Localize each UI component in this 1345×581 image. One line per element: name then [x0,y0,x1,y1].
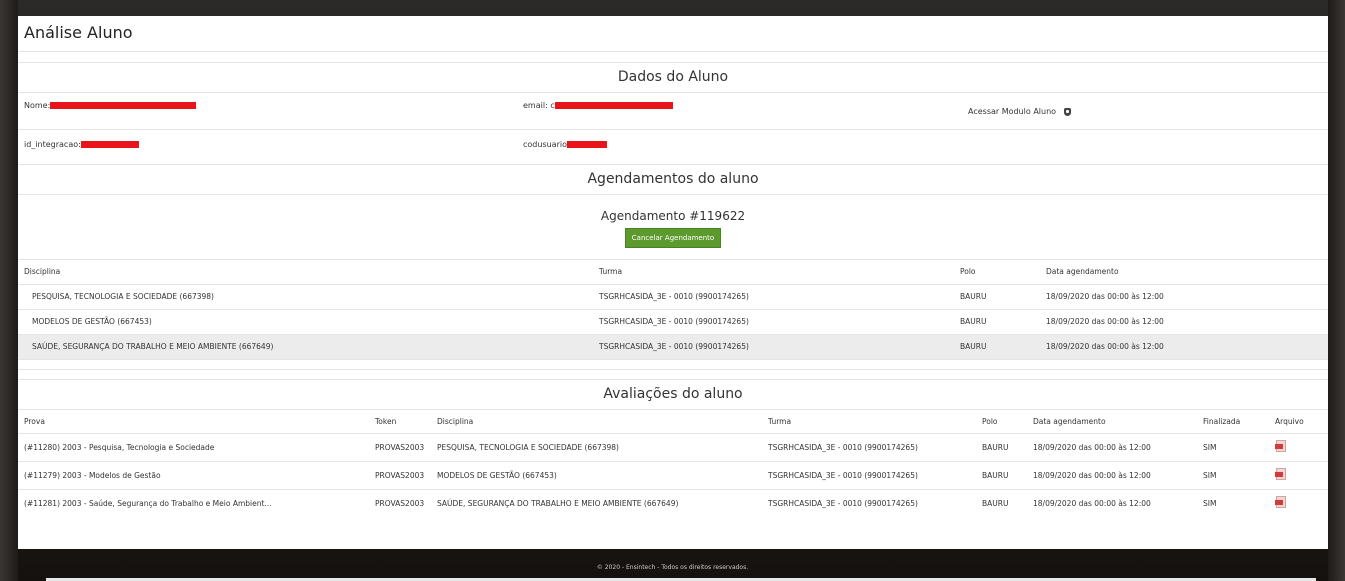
cell-finalizada: SIM [1197,461,1269,490]
table-row: PESQUISA, TECNOLOGIA E SOCIEDADE (667398… [18,284,1328,310]
cell-disciplina: SAÚDE, SEGURANÇA DO TRABALHO E MEIO AMBI… [18,334,593,360]
cell-turma: TSGRHCASIDA_3E - 0010 (9900174265) [593,334,954,360]
table-row: (#11280) 2003 - Pesquisa, Tecnologia e S… [18,433,1328,462]
column-header: Disciplina [18,260,593,285]
cell-data: 18/09/2020 das 00:00 às 12:00 [1033,499,1151,509]
cell-token: PROVAS2003 [375,499,425,509]
name-label: Nome: [24,101,51,110]
column-header: Token [369,409,431,434]
integration-id-redacted [80,141,139,148]
column-header: Turma [593,260,954,285]
scheduling-header: Agendamento #119622 Cancelar Agendamento [18,195,1328,260]
cell-prova: (#11280) 2003 - Pesquisa, Tecnologia e S… [18,433,369,462]
column-header: Disciplina [431,409,762,434]
cell-data: 18/09/2020 das 00:00 às 12:00 [1040,334,1328,360]
main-panel: Análise Aluno Dados do Aluno Nome: email… [18,16,1328,549]
column-header: Finalizada [1197,409,1269,434]
student-info-row-2: id_integracao: codusuario [18,130,1328,165]
background-left [0,0,18,581]
background-right [1328,0,1345,581]
table-row: (#11279) 2003 - Modelos de Gestão PROVAS… [18,461,1328,490]
student-data-title: Dados do Aluno [18,63,1328,93]
cell-data: 18/09/2020 das 00:00 às 12:00 [1040,284,1328,310]
user-code-field: codusuario [523,140,607,149]
cell-disciplina: MODELOS DE GESTÃO (667453) [431,461,762,490]
cell-token: PROVAS2003 [369,433,431,462]
cell-polo: BAURU [982,499,1009,509]
column-header: Data agendamento [1027,409,1197,434]
user-code-label: codusuario [523,140,567,149]
cell-turma: TSGRHCASIDA_3E - 0010 (9900174265) [593,284,954,310]
cell-data: 18/09/2020 das 00:00 às 12:00 [1040,309,1328,335]
user-code-redacted [567,141,607,148]
pdf-icon[interactable] [1275,468,1287,481]
cell-prova: (#11279) 2003 - Modelos de Gestão [18,461,369,490]
cancel-scheduling-button[interactable]: Cancelar Agendamento [624,228,722,248]
column-header: Turma [762,409,976,434]
integration-id-field: id_integracao: [24,140,139,149]
cell-disciplina: SAÚDE, SEGURANÇA DO TRABALHO E MEIO AMBI… [437,499,679,509]
cell-token: PROVAS2003 [369,461,431,490]
name-redacted [50,102,197,109]
cell-disciplina: PESQUISA, TECNOLOGIA E SOCIEDADE (667398… [18,284,593,310]
cell-turma: TSGRHCASIDA_3E - 0010 (9900174265) [768,499,918,509]
footer-text: © 2020 - Ensintech - Todos os direitos r… [596,564,749,571]
cell-finalizada: SIM [1203,499,1217,509]
table-row: (#11281) 2003 - Saúde, Segurança do Trab… [18,490,1328,518]
email-label: email: [523,101,548,110]
table-header-row: Disciplina Turma Polo Data agendamento [18,260,1328,285]
evaluations-title: Avaliações do aluno [18,380,1328,410]
column-header: Arquivo [1269,409,1328,434]
page-title: Análise Aluno [18,16,1328,52]
column-header: Data agendamento [1040,260,1328,285]
cell-prova: (#11281) 2003 - Saúde, Segurança do Trab… [24,499,272,509]
column-header: Polo [976,409,1027,434]
cell-turma: TSGRHCASIDA_3E - 0010 (9900174265) [593,309,954,335]
cell-polo: BAURU [954,309,1040,335]
email-redacted [554,102,673,109]
cell-data: 18/09/2020 das 00:00 às 12:00 [1027,433,1197,462]
cell-arquivo [1269,433,1328,462]
scheduling-title: Agendamentos do aluno [18,165,1328,195]
table-header-row: Prova Token Disciplina Turma Polo Data a… [18,409,1328,434]
name-field: Nome: [24,101,197,110]
scheduling-table: Disciplina Turma Polo Data agendamento P… [18,260,1328,360]
divider [18,370,1328,380]
pdf-icon[interactable] [1275,440,1287,453]
cell-arquivo [1269,461,1328,490]
cell-polo: BAURU [976,461,1027,490]
pdf-icon[interactable] [1275,496,1287,509]
email-field: email: c [523,101,673,110]
table-row: SAÚDE, SEGURANÇA DO TRABALHO E MEIO AMBI… [18,334,1328,360]
shield-icon [1064,107,1072,116]
access-student-module-label: Acessar Modulo Aluno [968,107,1057,116]
evaluations-table: Prova Token Disciplina Turma Polo Data a… [18,409,1328,518]
table-row: MODELOS DE GESTÃO (667453) TSGRHCASIDA_3… [18,309,1328,335]
cell-disciplina: MODELOS DE GESTÃO (667453) [18,309,593,335]
divider [18,360,1328,370]
student-info-row-1: Nome: email: c Acessar Modulo Aluno [18,93,1328,130]
cell-polo: BAURU [954,334,1040,360]
cell-turma: TSGRHCASIDA_3E - 0010 (9900174265) [762,461,976,490]
cell-turma: TSGRHCASIDA_3E - 0010 (9900174265) [762,433,976,462]
divider [18,52,1328,63]
cell-arquivo [1269,490,1328,518]
column-header: Polo [954,260,1040,285]
cell-polo: BAURU [976,433,1027,462]
integration-id-label: id_integracao: [24,140,81,149]
cell-data: 18/09/2020 das 00:00 às 12:00 [1027,461,1197,490]
column-header: Prova [18,409,369,434]
cell-finalizada: SIM [1197,433,1269,462]
scheduling-heading: Agendamento #119622 [600,209,746,223]
cell-disciplina: PESQUISA, TECNOLOGIA E SOCIEDADE (667398… [431,433,762,462]
access-student-module-link[interactable]: Acessar Modulo Aluno [968,107,1072,116]
cell-polo: BAURU [954,284,1040,310]
